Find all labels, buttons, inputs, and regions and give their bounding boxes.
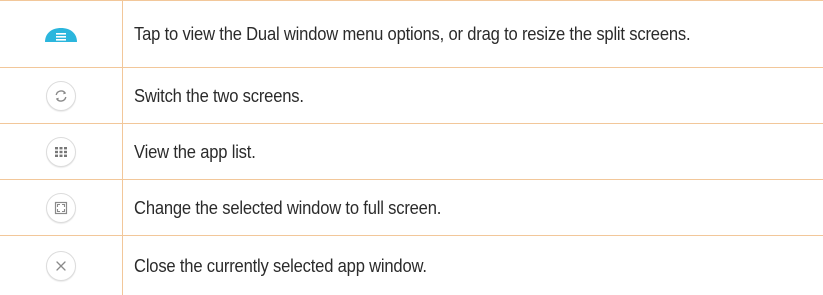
dual-window-handle-icon: [44, 25, 78, 43]
switch-screens-icon: [46, 80, 76, 111]
table-row: Change the selected window to full scree…: [0, 180, 823, 236]
icon-cell: [0, 180, 123, 235]
row-description: Change the selected window to full scree…: [134, 197, 442, 218]
icon-cell: [0, 236, 123, 295]
row-description: Tap to view the Dual window menu options…: [134, 24, 691, 44]
row-description: View the app list.: [134, 141, 256, 162]
icon-cell: [0, 1, 123, 67]
icon-cell: [0, 124, 123, 179]
row-description: Switch the two screens.: [134, 85, 304, 106]
table-row: Switch the two screens.: [0, 68, 823, 124]
row-description: Close the currently selected app window.: [134, 255, 427, 276]
icon-description-table: Tap to view the Dual window menu options…: [0, 0, 823, 295]
close-icon: [46, 250, 76, 281]
table-row: Close the currently selected app window.: [0, 236, 823, 295]
table-row: View the app list.: [0, 124, 823, 180]
table-row: Tap to view the Dual window menu options…: [0, 0, 823, 68]
app-list-icon: [46, 136, 76, 167]
full-screen-icon: [46, 192, 76, 223]
icon-cell: [0, 68, 123, 123]
